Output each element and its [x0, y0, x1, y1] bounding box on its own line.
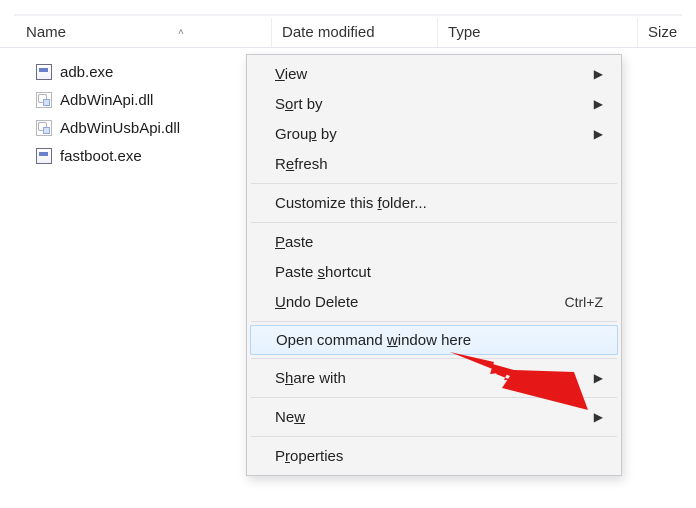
menu-label: Undo Delete — [275, 294, 565, 311]
menu-label: Sort by — [275, 96, 593, 113]
menu-separator — [251, 183, 617, 184]
menu-paste-shortcut[interactable]: Paste shortcut — [249, 257, 619, 287]
menu-label: Open command window here — [276, 332, 602, 349]
menu-label: Paste shortcut — [275, 264, 603, 281]
menu-refresh[interactable]: Refresh — [249, 149, 619, 179]
menu-label: New — [275, 409, 593, 426]
column-headers[interactable]: Name ˄ Date modified Type Size — [0, 18, 696, 48]
menu-paste[interactable]: Paste — [249, 227, 619, 257]
menu-separator — [251, 222, 617, 223]
menu-properties[interactable]: Properties — [249, 441, 619, 471]
menu-label: Share with — [275, 370, 593, 387]
menu-share-with[interactable]: Share with ▶ — [249, 363, 619, 393]
submenu-arrow-icon: ▶ — [593, 97, 603, 111]
column-name-label: Name — [26, 24, 66, 41]
sort-arrow-icon: ˄ — [178, 27, 184, 38]
submenu-arrow-icon: ▶ — [593, 371, 603, 385]
menu-view[interactable]: View ▶ — [249, 59, 619, 89]
column-date-label: Date modified — [282, 24, 375, 41]
file-name: AdbWinUsbApi.dll — [60, 120, 180, 137]
menu-undo-delete[interactable]: Undo Delete Ctrl+Z — [249, 287, 619, 317]
file-name: fastboot.exe — [60, 148, 142, 165]
column-type-label: Type — [448, 24, 481, 41]
column-name[interactable]: Name ˄ — [14, 18, 272, 47]
menu-label: Paste — [275, 234, 603, 251]
menu-label: Customize this folder... — [275, 195, 603, 212]
menu-separator — [251, 436, 617, 437]
exe-icon — [36, 64, 52, 80]
top-divider — [14, 14, 682, 16]
menu-label: Refresh — [275, 156, 603, 173]
dll-icon — [36, 92, 52, 108]
submenu-arrow-icon: ▶ — [593, 410, 603, 424]
column-size-label: Size — [648, 24, 677, 41]
menu-open-command-window[interactable]: Open command window here — [250, 325, 618, 355]
menu-separator — [251, 397, 617, 398]
context-menu: View ▶ Sort by ▶ Group by ▶ Refresh Cust… — [246, 54, 622, 476]
submenu-arrow-icon: ▶ — [593, 127, 603, 141]
column-date[interactable]: Date modified — [272, 18, 438, 47]
menu-sort-by[interactable]: Sort by ▶ — [249, 89, 619, 119]
file-name: adb.exe — [60, 64, 113, 81]
column-size[interactable]: Size — [638, 18, 687, 47]
submenu-arrow-icon: ▶ — [593, 67, 603, 81]
menu-customize-folder[interactable]: Customize this folder... — [249, 188, 619, 218]
menu-label: View — [275, 66, 593, 83]
file-name: AdbWinApi.dll — [60, 92, 153, 109]
dll-icon — [36, 120, 52, 136]
menu-new[interactable]: New ▶ — [249, 402, 619, 432]
menu-label: Properties — [275, 448, 603, 465]
menu-label: Group by — [275, 126, 593, 143]
menu-separator — [251, 321, 617, 322]
menu-shortcut: Ctrl+Z — [565, 294, 604, 310]
column-type[interactable]: Type — [438, 18, 638, 47]
file-explorer-window: Name ˄ Date modified Type Size adb.exe A… — [0, 0, 696, 508]
exe-icon — [36, 148, 52, 164]
menu-separator — [251, 358, 617, 359]
menu-group-by[interactable]: Group by ▶ — [249, 119, 619, 149]
